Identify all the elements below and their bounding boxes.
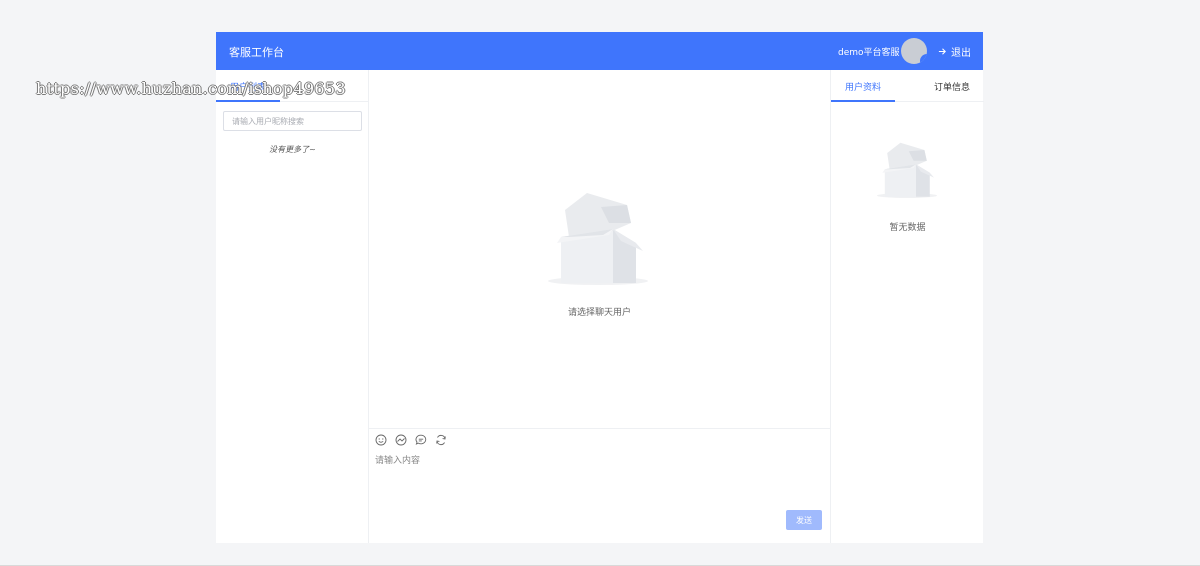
logout-label: 退出 (951, 48, 971, 59)
quick-reply-icon[interactable] (415, 434, 427, 446)
image-icon[interactable] (395, 434, 407, 446)
tab-user-profile[interactable]: 用户资料 (845, 80, 881, 93)
user-list-panel: 用户列表 没有更多了~ (216, 70, 369, 543)
app-header: 客服工作台 demo平台客服 退出 (216, 32, 983, 70)
chat-workbench: 客服工作台 demo平台客服 退出 用户列表 没有更多了~ 请选择聊天用户 (216, 32, 984, 543)
arrow-right-icon (938, 48, 946, 55)
empty-box-illustration (548, 193, 648, 285)
emoji-icon[interactable] (375, 434, 387, 446)
avatar[interactable] (901, 38, 927, 64)
refresh-icon[interactable] (435, 434, 447, 446)
watermark-text: https://www.huzhan.com/ishop49653 (36, 79, 346, 98)
logout-button[interactable]: 退出 (938, 44, 971, 59)
message-composer: 发送 (369, 428, 830, 543)
tab-active-indicator (831, 100, 895, 102)
user-search-input[interactable] (223, 111, 362, 131)
composer-toolbar (375, 434, 447, 446)
message-input[interactable] (375, 453, 823, 503)
info-tabs: 用户资料 订单信息 (831, 70, 984, 102)
empty-chat-text: 请选择聊天用户 (567, 308, 631, 318)
app-title: 客服工作台 (229, 46, 284, 59)
empty-box-illustration (877, 142, 937, 198)
tab-active-indicator (216, 100, 280, 102)
send-button[interactable]: 发送 (786, 510, 822, 530)
no-more-text: 没有更多了~ (269, 145, 316, 154)
empty-data-text: 暂无数据 (889, 223, 926, 233)
chat-panel: 请选择聊天用户 请输入内容 发送 (369, 70, 830, 543)
tab-order-info[interactable]: 订单信息 (934, 80, 970, 93)
user-name: demo平台客服 (838, 48, 900, 58)
user-info-panel: 用户资料 订单信息 暂无数据 (830, 70, 984, 543)
